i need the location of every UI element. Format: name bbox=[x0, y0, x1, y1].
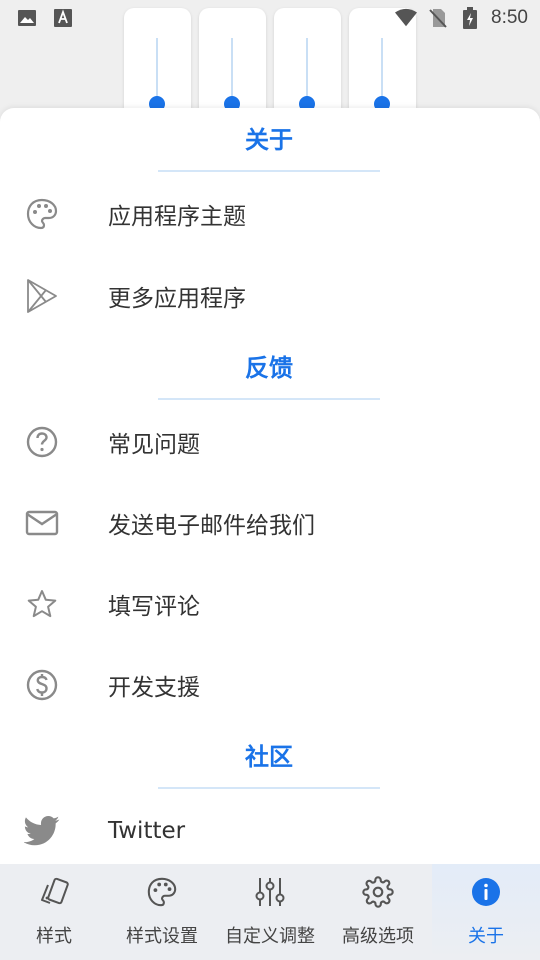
play-store-icon bbox=[0, 278, 84, 314]
nav-tab-about[interactable]: 关于 bbox=[432, 864, 540, 960]
help-circle-icon bbox=[0, 425, 84, 459]
section-title: 反馈 bbox=[245, 354, 293, 382]
menu-item-label: 开发支援 bbox=[108, 675, 200, 701]
clock: 8:50 bbox=[491, 7, 528, 28]
menu-item-app-theme[interactable]: 应用程序主题 bbox=[0, 174, 540, 254]
nav-label: 样式 bbox=[36, 926, 72, 947]
menu-item-more-apps[interactable]: 更多应用程序 bbox=[0, 256, 540, 336]
menu-item-label: Twitter bbox=[108, 818, 186, 844]
menu-item-support-development[interactable]: 开发支援 bbox=[0, 645, 540, 725]
menu-item-email-us[interactable]: 发送电子邮件给我们 bbox=[0, 483, 540, 563]
wifi-icon bbox=[395, 7, 418, 29]
menu-item-label: 应用程序主题 bbox=[108, 204, 246, 230]
style-icon bbox=[38, 876, 70, 912]
palette-icon bbox=[0, 197, 84, 231]
menu-item-label: 填写评论 bbox=[108, 594, 200, 620]
menu-item-label: 更多应用程序 bbox=[108, 286, 246, 312]
mail-icon bbox=[0, 509, 84, 537]
battery-charging-icon bbox=[459, 7, 481, 29]
star-icon bbox=[0, 588, 84, 620]
section-title: 关于 bbox=[245, 126, 293, 154]
section-title: 社区 bbox=[245, 743, 293, 771]
equalizer-icon bbox=[253, 876, 287, 912]
font-notification-icon bbox=[52, 7, 74, 29]
palette-icon bbox=[146, 876, 178, 912]
menu-item-label: 常见问题 bbox=[108, 432, 200, 458]
nav-label: 关于 bbox=[468, 926, 504, 947]
section-header-feedback: 反馈 bbox=[158, 336, 380, 400]
dollar-circle-icon bbox=[0, 668, 84, 702]
nav-tab-custom-tuning[interactable]: 自定义调整 bbox=[216, 864, 324, 960]
menu-item-faq[interactable]: 常见问题 bbox=[0, 402, 540, 482]
status-bar: 8:50 bbox=[0, 0, 540, 36]
menu-item-label: 发送电子邮件给我们 bbox=[108, 513, 315, 539]
nav-label: 样式设置 bbox=[126, 926, 198, 947]
nav-tab-style[interactable]: 样式 bbox=[0, 864, 108, 960]
image-notification-icon bbox=[16, 7, 38, 29]
menu-item-twitter[interactable]: Twitter bbox=[0, 791, 540, 864]
nav-label: 自定义调整 bbox=[225, 926, 315, 947]
nav-tab-advanced-options[interactable]: 高级选项 bbox=[324, 864, 432, 960]
bottom-navigation: 样式 样式设置 自定义调整 高级选项 关于 bbox=[0, 864, 540, 960]
section-header-community: 社区 bbox=[158, 725, 380, 789]
about-sheet: 关于 应用程序主题 更多应用程序 反馈 常见问题 发送电子邮件给我们 填写评论 … bbox=[0, 108, 540, 864]
gear-icon bbox=[362, 876, 394, 912]
section-header-about: 关于 bbox=[158, 108, 380, 172]
no-sim-icon bbox=[427, 7, 449, 29]
twitter-icon bbox=[0, 816, 84, 846]
nav-label: 高级选项 bbox=[342, 926, 414, 947]
info-icon bbox=[470, 876, 502, 912]
nav-tab-style-settings[interactable]: 样式设置 bbox=[108, 864, 216, 960]
menu-item-write-review[interactable]: 填写评论 bbox=[0, 564, 540, 644]
